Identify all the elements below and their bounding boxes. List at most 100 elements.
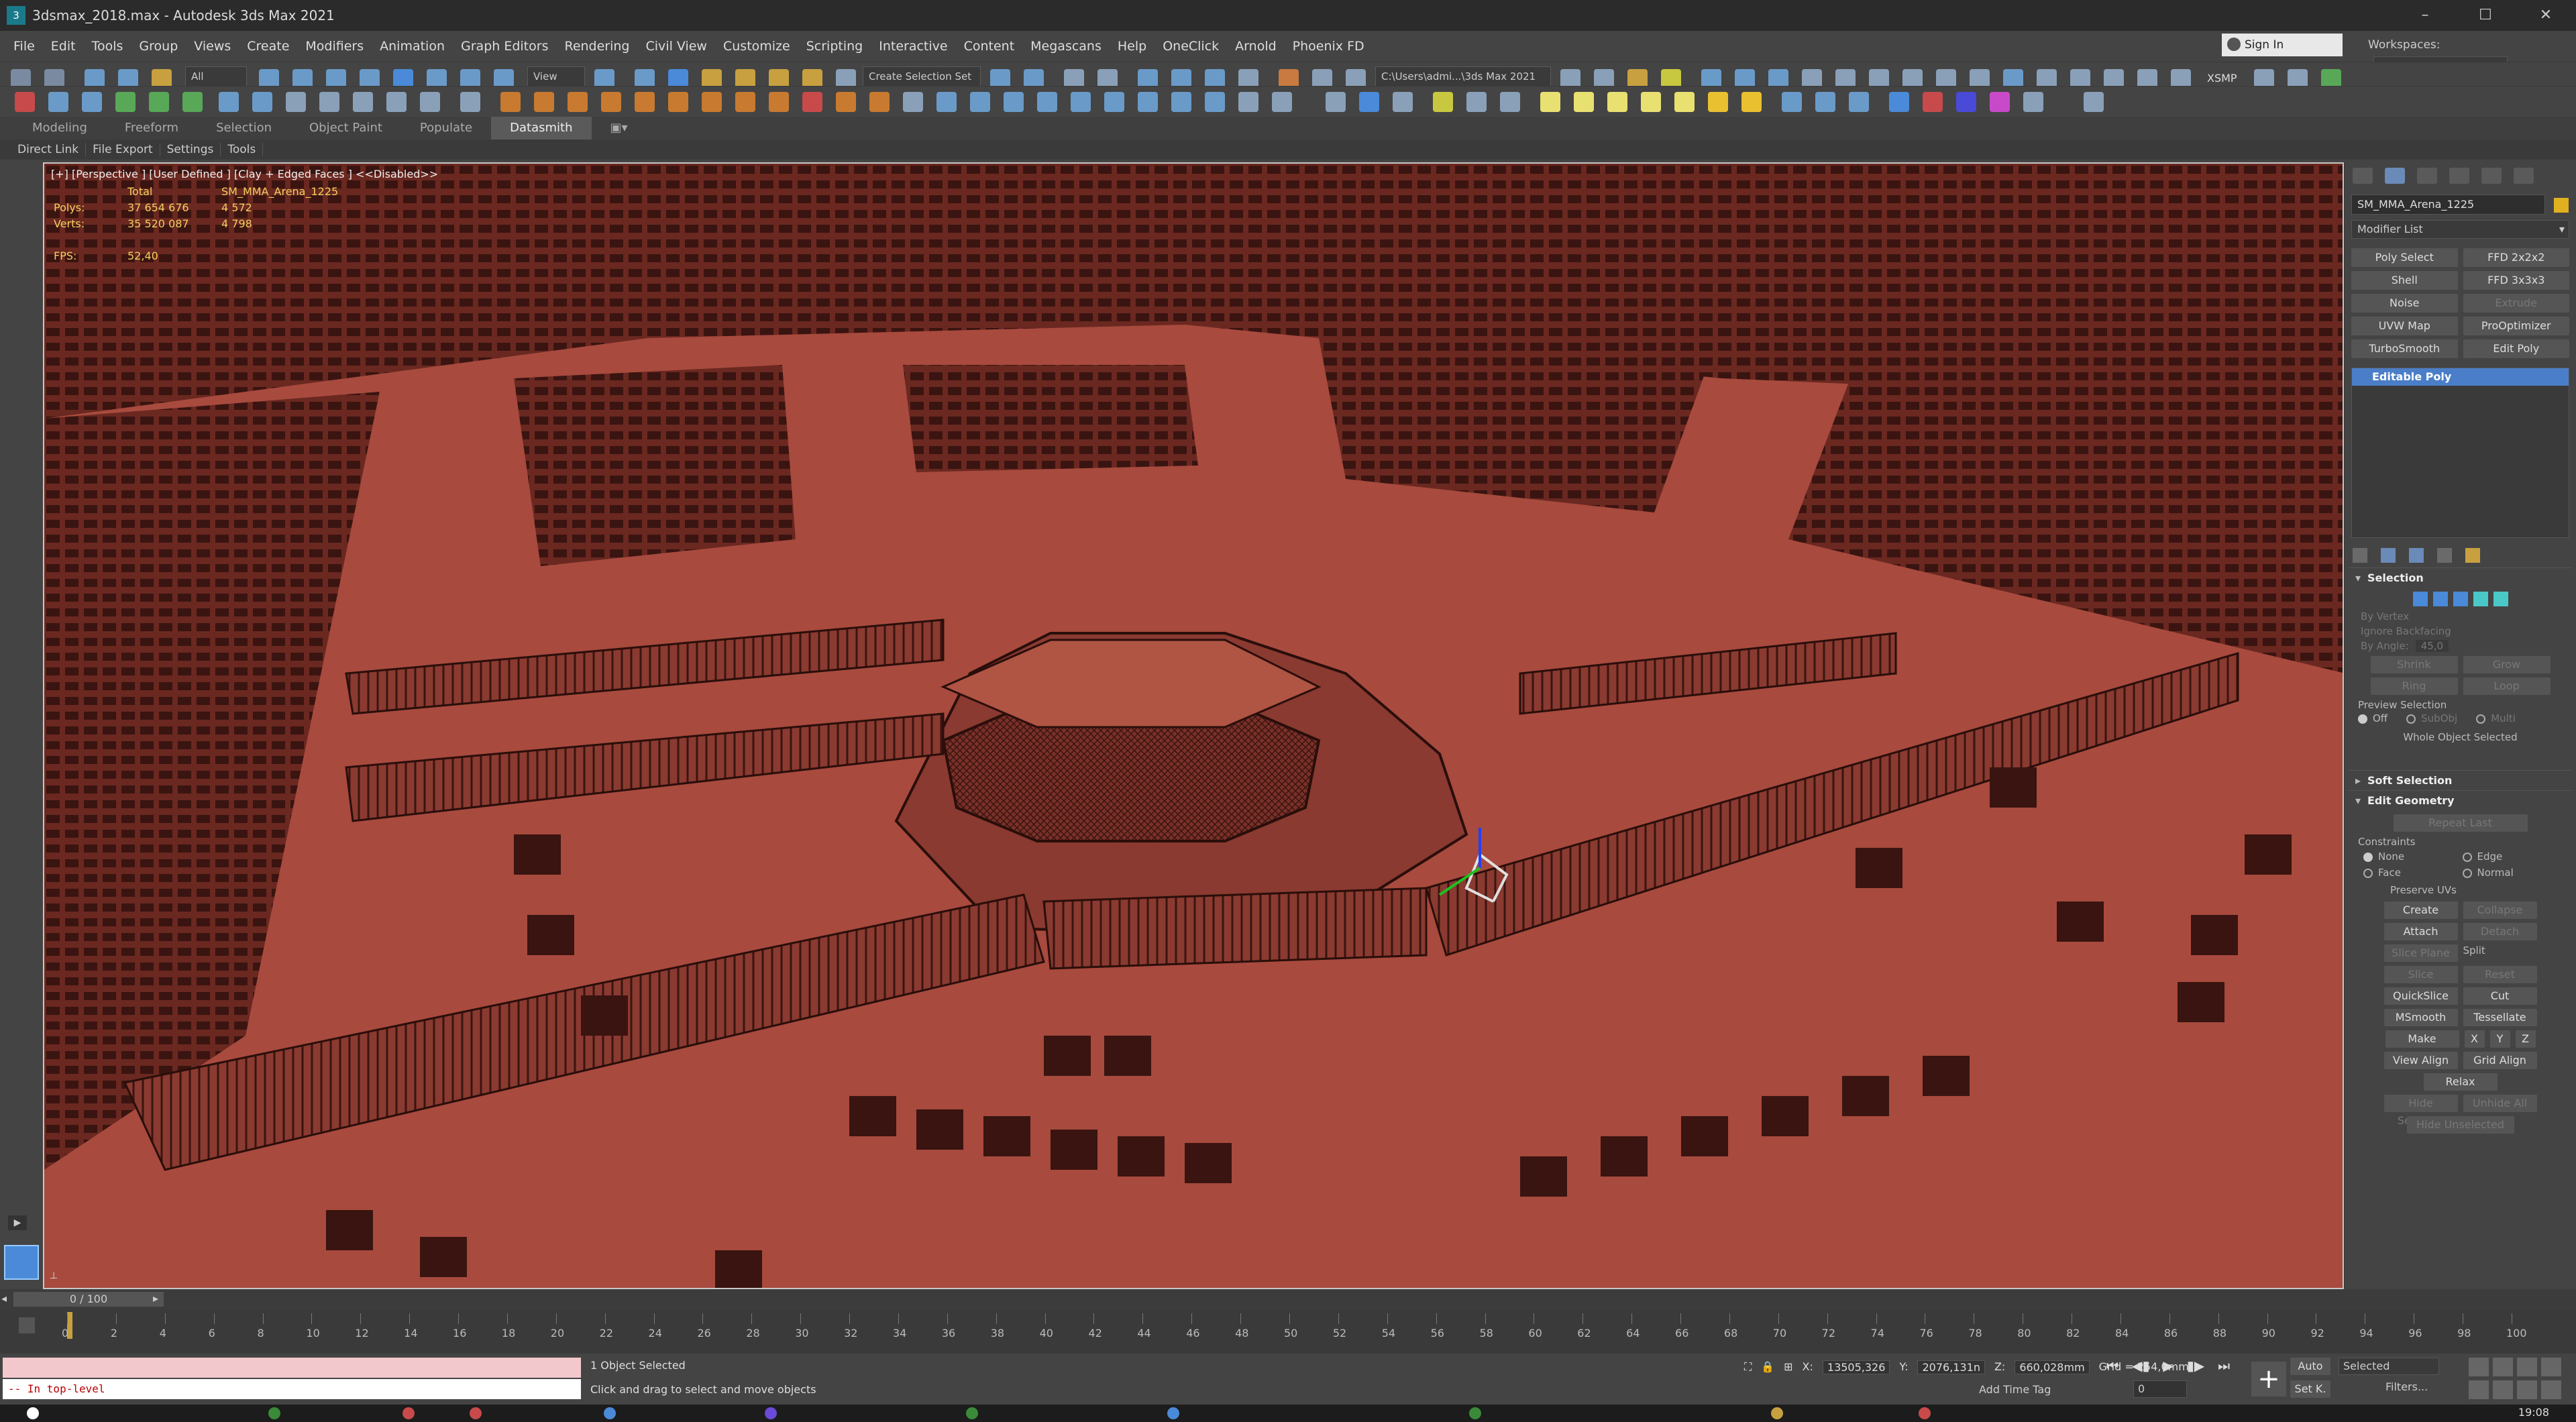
sphere-icon[interactable] [1607, 92, 1627, 112]
plugin-19-icon[interactable] [1104, 92, 1124, 112]
turbosmooth-button[interactable]: TurboSmooth [2351, 339, 2458, 358]
menu-interactive[interactable]: Interactive [871, 39, 955, 54]
loop-button[interactable]: Loop [2463, 677, 2551, 695]
tool-c-icon[interactable] [82, 92, 102, 112]
preview-off-radio[interactable]: Off [2358, 712, 2387, 724]
go-to-start-icon[interactable]: ⏮ [2106, 1358, 2118, 1374]
plugin-22-icon[interactable] [1205, 92, 1225, 112]
x-coordinate-field[interactable]: 13505,326 [1822, 1360, 1890, 1374]
expand-arrow-icon[interactable]: ▶ [8, 1215, 27, 1230]
menu-modifiers[interactable]: Modifiers [297, 39, 372, 54]
shrink-button[interactable]: Shrink [2370, 656, 2458, 673]
by-angle-checkbox[interactable]: By Angle: [2361, 640, 2409, 652]
key-filters-button[interactable]: Filters... [2385, 1380, 2428, 1393]
slice-plane-button[interactable]: Slice Plane [2383, 944, 2458, 962]
plugin-5-icon[interactable] [635, 92, 655, 112]
plane-icon[interactable] [1540, 92, 1560, 112]
tab-populate[interactable]: Populate [401, 117, 491, 140]
maxscript-listener-output[interactable]: -- In top-level [3, 1379, 581, 1399]
soft-selection-rollout-header[interactable]: ▸ Soft Selection [2349, 770, 2572, 790]
detach-button[interactable]: Detach [2463, 923, 2537, 940]
mesh-icon[interactable] [1641, 92, 1661, 112]
ring-button[interactable]: Ring [2370, 677, 2458, 695]
menu-civil-view[interactable]: Civil View [638, 39, 715, 54]
project-path-dropdown[interactable]: C:\Users\admi...\3ds Max 2021 [1375, 66, 1551, 87]
taskbar-app-6-icon[interactable] [966, 1407, 978, 1419]
xsmp-label[interactable]: XSMP [2207, 72, 2237, 85]
tool-e-icon[interactable] [149, 92, 169, 112]
menu-group[interactable]: Group [131, 39, 186, 54]
stack-item-editable-poly[interactable]: Editable Poly [2352, 368, 2569, 386]
plugin-26-icon[interactable] [1393, 92, 1413, 112]
extra-icon[interactable] [2084, 92, 2104, 112]
quickslice-button[interactable]: QuickSlice [2383, 987, 2458, 1005]
taskbar-app-3-icon[interactable] [470, 1407, 482, 1419]
taskbar-app-8-icon[interactable] [1469, 1407, 1481, 1419]
hierarchy-tab-icon[interactable] [2417, 168, 2437, 184]
taskbar-app-9-icon[interactable] [1771, 1407, 1783, 1419]
direct-link-button[interactable]: Direct Link [11, 143, 87, 156]
taskbar-app-10-icon[interactable] [1919, 1407, 1931, 1419]
tools-button[interactable]: Tools [221, 143, 264, 156]
absolute-mode-icon[interactable]: ⊞ [1784, 1360, 1792, 1374]
time-slider[interactable]: 0 / 100 [13, 1292, 164, 1307]
constraint-edge-radio[interactable]: Edge [2462, 851, 2558, 863]
isolate-icon[interactable]: ⛶ [1744, 1360, 1752, 1374]
plugin-24-icon[interactable] [1326, 92, 1346, 112]
msmooth-button[interactable]: MSmooth [2383, 1009, 2458, 1026]
play-animation-icon[interactable]: ▶ [2163, 1358, 2173, 1374]
taskbar-app-2-icon[interactable] [402, 1407, 415, 1419]
plugin-6-icon[interactable] [668, 92, 688, 112]
modify-tab-icon[interactable] [2385, 168, 2405, 184]
preview-subobj-radio[interactable]: SubObj [2406, 712, 2457, 724]
z-coordinate-field[interactable]: 660,028mm [2015, 1360, 2090, 1374]
sun-icon[interactable] [1708, 92, 1728, 112]
taskbar-app-1-icon[interactable] [268, 1407, 280, 1419]
slice-button[interactable]: Slice [2383, 966, 2458, 983]
settings-button[interactable]: Settings [160, 143, 221, 156]
plugin-8-icon[interactable] [735, 92, 755, 112]
plugin-10-icon[interactable] [802, 92, 822, 112]
sign-in-dropdown[interactable]: Sign In [2222, 34, 2343, 56]
plugin-2-icon[interactable] [534, 92, 554, 112]
unhide-all-button[interactable]: Unhide All [2463, 1095, 2537, 1112]
perspective-viewport[interactable]: [+] [Perspective ] [User Defined ] [Clay… [43, 162, 2344, 1289]
constraint-face-radio[interactable]: Face [2363, 867, 2459, 879]
grid-align-button[interactable]: Grid Align [2463, 1052, 2537, 1069]
view-align-button[interactable]: View Align [2383, 1052, 2458, 1069]
hair-icon[interactable] [1815, 92, 1835, 112]
tab-selection[interactable]: Selection [197, 117, 290, 140]
plugin-9-icon[interactable] [769, 92, 789, 112]
selection-filter-dropdown[interactable]: All [185, 66, 247, 87]
menu-content[interactable]: Content [956, 39, 1023, 54]
orbit-icon[interactable] [2517, 1380, 2537, 1399]
plugin-25-icon[interactable] [1359, 92, 1379, 112]
ffd-2x2x2-button[interactable]: FFD 2x2x2 [2463, 248, 2569, 267]
attach-button[interactable]: Attach [2383, 923, 2458, 940]
mini-curve-editor-icon[interactable] [19, 1317, 35, 1333]
create-tab-icon[interactable] [2353, 168, 2373, 184]
edge-icon[interactable] [2432, 592, 2448, 606]
help-icon[interactable] [1272, 92, 1292, 112]
motion-tab-icon[interactable] [2449, 168, 2469, 184]
material-ball-icon[interactable] [1923, 92, 1943, 112]
reset-plane-button[interactable]: Reset Plane [2463, 966, 2537, 998]
relax-button[interactable]: Relax [2423, 1073, 2498, 1091]
make-planar-y-button[interactable]: Y [2489, 1030, 2510, 1048]
taskbar-app-5-icon[interactable] [765, 1407, 777, 1419]
preview-multi-radio[interactable]: Multi [2476, 712, 2516, 724]
tab-datasmith[interactable]: Datasmith [491, 117, 592, 140]
tab-freeform[interactable]: Freeform [106, 117, 197, 140]
extrude-button[interactable]: Extrude [2463, 294, 2569, 313]
menu-graph-editors[interactable]: Graph Editors [453, 39, 556, 54]
polygon-icon[interactable] [2473, 592, 2488, 606]
edit-geometry-rollout-header[interactable]: ▾ Edit Geometry [2349, 790, 2572, 810]
maximize-button[interactable]: ☐ [2455, 0, 2516, 31]
menu-arnold[interactable]: Arnold [1227, 39, 1284, 54]
tool-d-icon[interactable] [115, 92, 136, 112]
menu-animation[interactable]: Animation [372, 39, 453, 54]
edit-poly-button[interactable]: Edit Poly [2463, 339, 2569, 358]
menu-oneclick[interactable]: OneClick [1155, 39, 1227, 54]
plugin-14-icon[interactable] [936, 92, 957, 112]
create-button[interactable]: Create [2383, 901, 2458, 919]
